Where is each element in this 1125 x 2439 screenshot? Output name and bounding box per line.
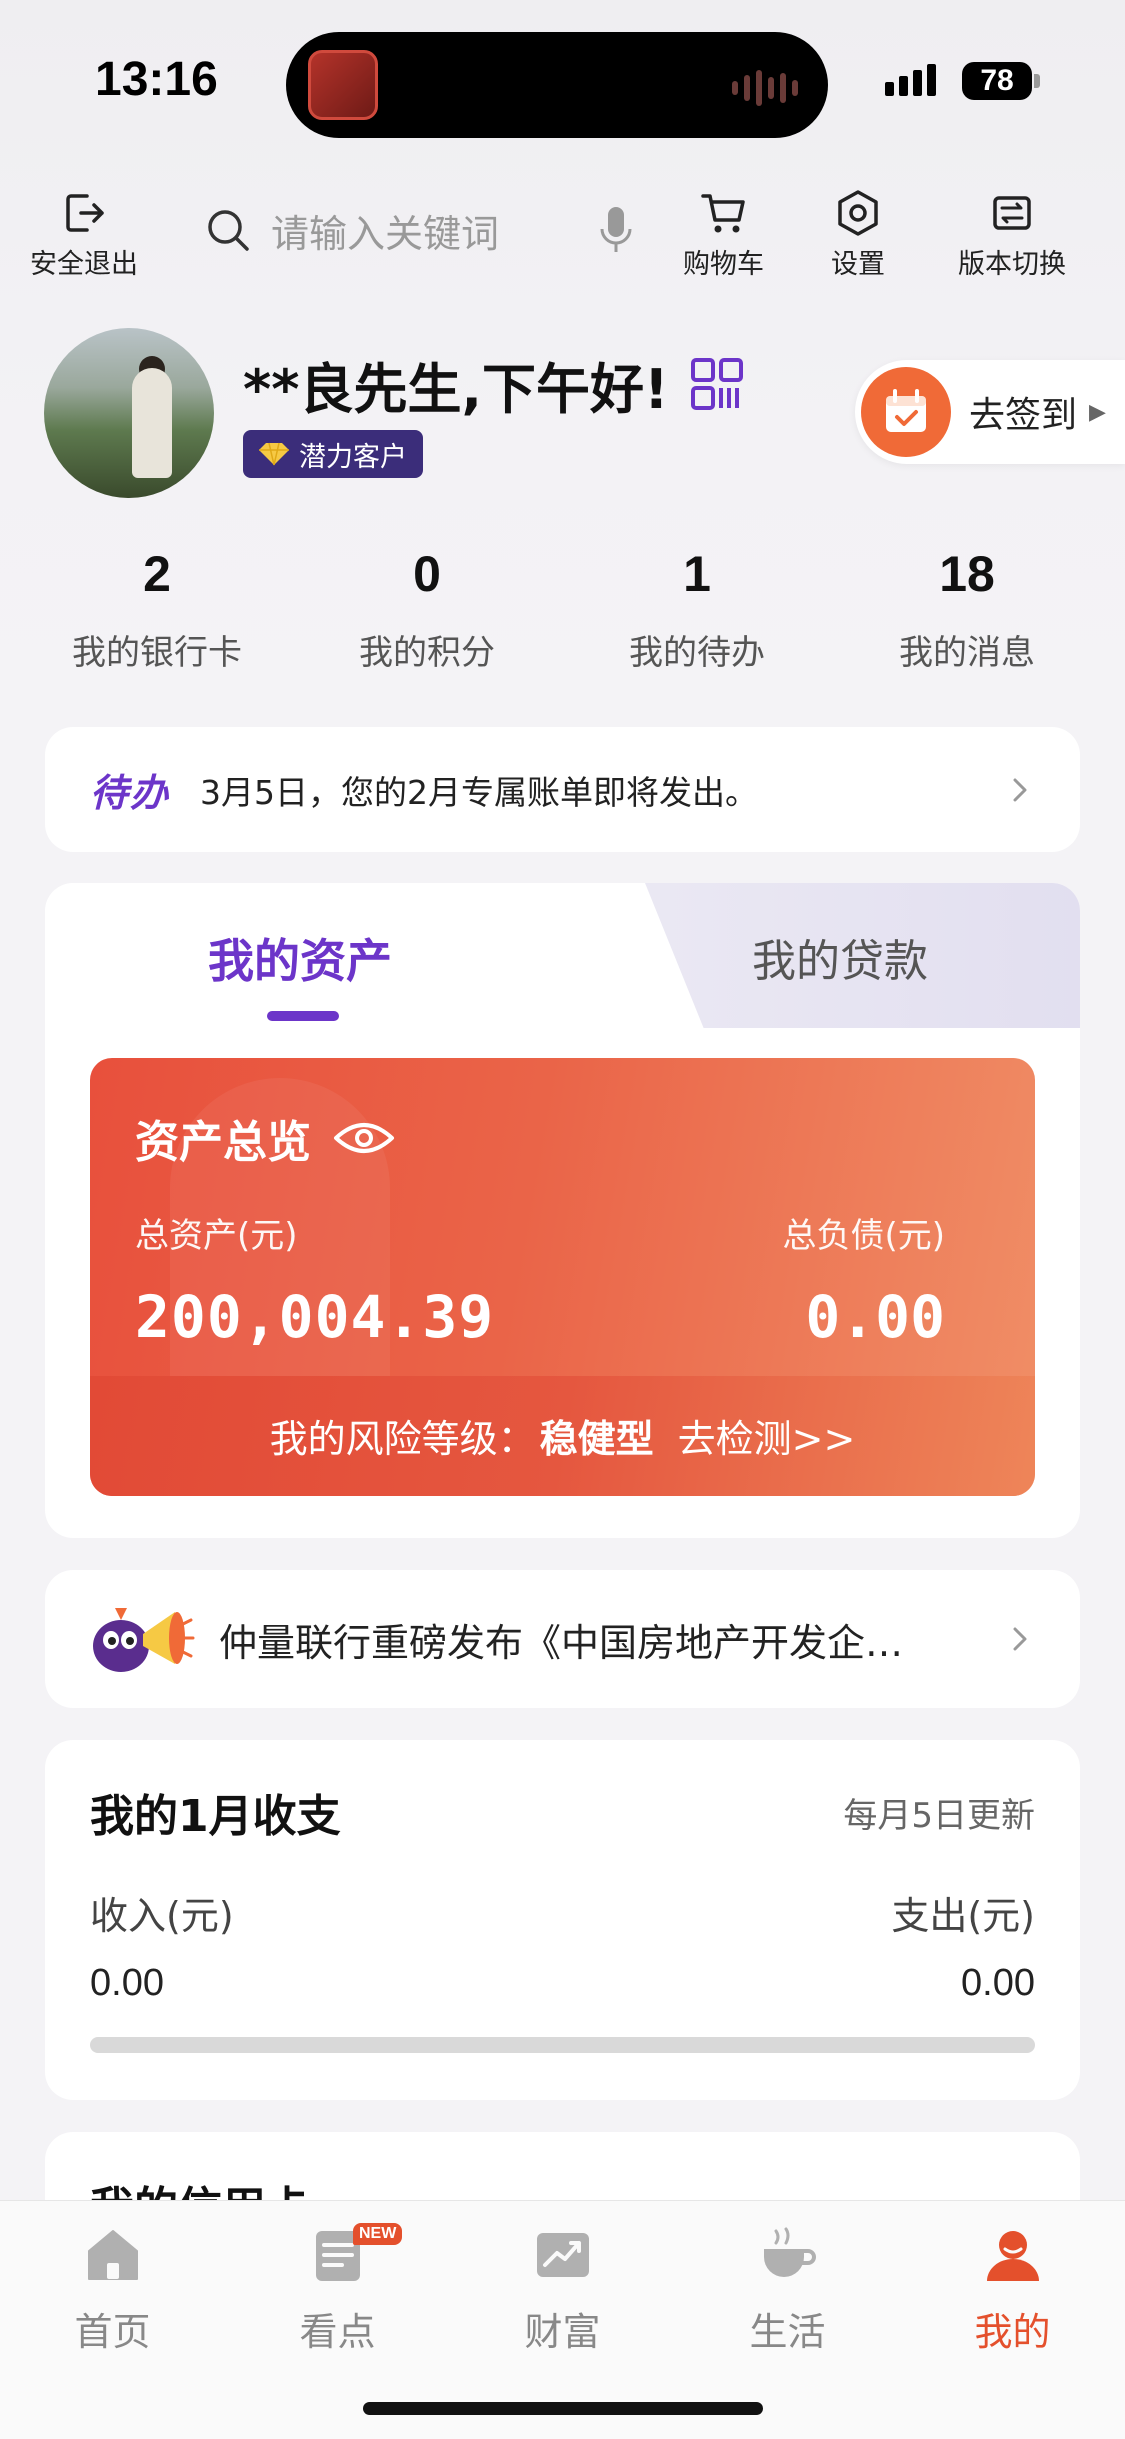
tab-news[interactable]: NEW 看点 xyxy=(225,2223,450,2356)
now-playing-artwork xyxy=(308,50,378,120)
cellular-signal-icon xyxy=(885,64,936,96)
stat-label: 我的待办 xyxy=(629,633,765,673)
stat-value: 0 xyxy=(413,546,441,602)
assets-card: 我的资产 我的贷款 资产总览 总资产(元) 总负债(元) 200,004.39 … xyxy=(45,883,1080,1538)
total-liabilities-value: 0.00 xyxy=(805,1283,945,1351)
stat-value: 18 xyxy=(939,546,995,602)
profile-icon xyxy=(986,2231,1039,2281)
eye-icon[interactable] xyxy=(333,1118,395,1158)
update-note: 每月5日更新 xyxy=(843,1796,1035,1836)
diamond-icon xyxy=(259,442,289,466)
new-tag: NEW xyxy=(353,2223,403,2245)
expense-value: 0.00 xyxy=(961,1962,1035,2004)
triangle-right-icon: ▶ xyxy=(1089,399,1106,425)
search-placeholder: 请输入关键词 xyxy=(271,211,500,256)
tab-label: 首页 xyxy=(74,2310,151,2354)
settings-icon xyxy=(838,190,878,236)
cart-button[interactable]: 购物车 xyxy=(683,188,764,281)
version-switch-button[interactable]: 版本切换 xyxy=(958,188,1066,281)
customer-level-badge: 潜力客户 xyxy=(243,430,423,478)
battery-tip xyxy=(1034,74,1040,88)
asset-overview-panel[interactable]: 资产总览 总资产(元) 总负债(元) 200,004.39 0.00 我的风险等… xyxy=(90,1058,1035,1496)
shopping-cart-icon xyxy=(700,194,745,233)
microphone-icon[interactable] xyxy=(597,205,635,255)
total-assets-value: 200,004.39 xyxy=(135,1283,495,1351)
risk-level: 稳健型 xyxy=(539,1417,654,1461)
risk-prefix: 我的风险等级： xyxy=(269,1417,536,1461)
logout-button[interactable]: 安全退出 xyxy=(30,188,138,281)
battery-indicator: 78 xyxy=(962,62,1032,100)
risk-test-link[interactable]: 去检测>> xyxy=(678,1417,856,1461)
risk-level-row[interactable]: 我的风险等级： 稳健型 去检测>> xyxy=(90,1408,1035,1463)
stat-points[interactable]: 0 我的积分 xyxy=(292,545,562,674)
greeting-text: **良先生,下午好! xyxy=(243,358,669,421)
tab-mine[interactable]: 我的 xyxy=(900,2223,1125,2356)
checkin-button[interactable]: 去签到 ▶ xyxy=(855,360,1125,464)
dynamic-island[interactable] xyxy=(286,32,828,138)
tab-label: 财富 xyxy=(524,2310,601,2354)
total-assets-label: 总资产(元) xyxy=(135,1216,298,1256)
avatar[interactable] xyxy=(44,328,214,498)
stat-bank-cards[interactable]: 2 我的银行卡 xyxy=(22,545,292,674)
stat-label: 我的消息 xyxy=(899,633,1035,673)
settings-button[interactable]: 设置 xyxy=(831,188,885,281)
overview-title-label: 资产总览 xyxy=(135,1117,311,1168)
tab-home[interactable]: 首页 xyxy=(0,2223,225,2356)
chevron-right-icon xyxy=(1013,1627,1027,1651)
todo-tag: 待办 xyxy=(90,771,171,815)
tab-active-indicator xyxy=(267,1011,339,1021)
coffee-cup-icon xyxy=(763,2227,816,2277)
monthly-income-expense-card[interactable]: 我的1月收支 每月5日更新 收入(元) 支出(元) 0.00 0.00 xyxy=(45,1740,1080,2100)
avatar-person-body xyxy=(132,368,172,478)
news-headline: 仲量联行重磅发布《中国房地产开发企… xyxy=(219,1620,904,1665)
home-indicator xyxy=(363,2402,763,2415)
tab-label: 看点 xyxy=(299,2310,376,2354)
tab-label: 生活 xyxy=(749,2310,826,2354)
income-label: 收入(元) xyxy=(90,1894,234,1938)
stat-label: 我的积分 xyxy=(359,633,495,673)
overview-title: 资产总览 xyxy=(135,1106,395,1170)
stat-todos[interactable]: 1 我的待办 xyxy=(562,545,832,674)
checkin-label: 去签到 xyxy=(969,395,1078,436)
calendar-check-icon xyxy=(861,367,951,457)
stat-value: 2 xyxy=(143,546,171,602)
wealth-chart-icon xyxy=(536,2233,589,2277)
cart-label: 购物车 xyxy=(683,249,764,280)
search-input[interactable]: 请输入关键词 xyxy=(205,190,635,270)
audio-wave-icon xyxy=(732,70,798,106)
stat-value: 1 xyxy=(683,546,711,602)
todo-text: 3月5日，您的2月专属账单即将发出。 xyxy=(200,772,759,812)
logout-icon xyxy=(66,194,104,232)
status-time: 13:16 xyxy=(95,53,218,106)
tab-wealth[interactable]: 财富 xyxy=(450,2223,675,2356)
expense-label: 支出(元) xyxy=(891,1894,1035,1938)
megaphone-mascot-icon xyxy=(93,1608,195,1672)
qr-code-icon[interactable] xyxy=(690,357,744,411)
tab-label: 我的 xyxy=(974,2310,1051,2354)
income-expense-progress-bar xyxy=(90,2037,1035,2053)
stat-label: 我的银行卡 xyxy=(72,633,242,673)
tab-life[interactable]: 生活 xyxy=(675,2223,900,2356)
todo-notice-card[interactable]: 待办 3月5日，您的2月专属账单即将发出。 xyxy=(45,727,1080,852)
tab-my-loans[interactable]: 我的贷款 xyxy=(675,925,1005,989)
total-liabilities-label: 总负债(元) xyxy=(782,1216,945,1256)
home-icon xyxy=(87,2230,138,2280)
stats-row: 2 我的银行卡 0 我的积分 1 我的待办 18 我的消息 xyxy=(0,545,1125,674)
version-switch-label: 版本切换 xyxy=(958,249,1066,280)
logout-label: 安全退出 xyxy=(30,249,138,280)
settings-label: 设置 xyxy=(831,249,885,280)
news-banner[interactable]: 仲量联行重磅发布《中国房地产开发企… xyxy=(45,1570,1080,1708)
chevron-right-icon xyxy=(1013,778,1027,801)
version-switch-icon xyxy=(993,196,1031,230)
income-value: 0.00 xyxy=(90,1962,164,2004)
badge-label: 潜力客户 xyxy=(299,441,407,473)
tab-my-assets[interactable]: 我的资产 xyxy=(135,925,465,991)
income-expense-title: 我的1月收支 xyxy=(90,1791,341,1842)
search-icon xyxy=(208,210,249,251)
stat-messages[interactable]: 18 我的消息 xyxy=(832,545,1102,674)
